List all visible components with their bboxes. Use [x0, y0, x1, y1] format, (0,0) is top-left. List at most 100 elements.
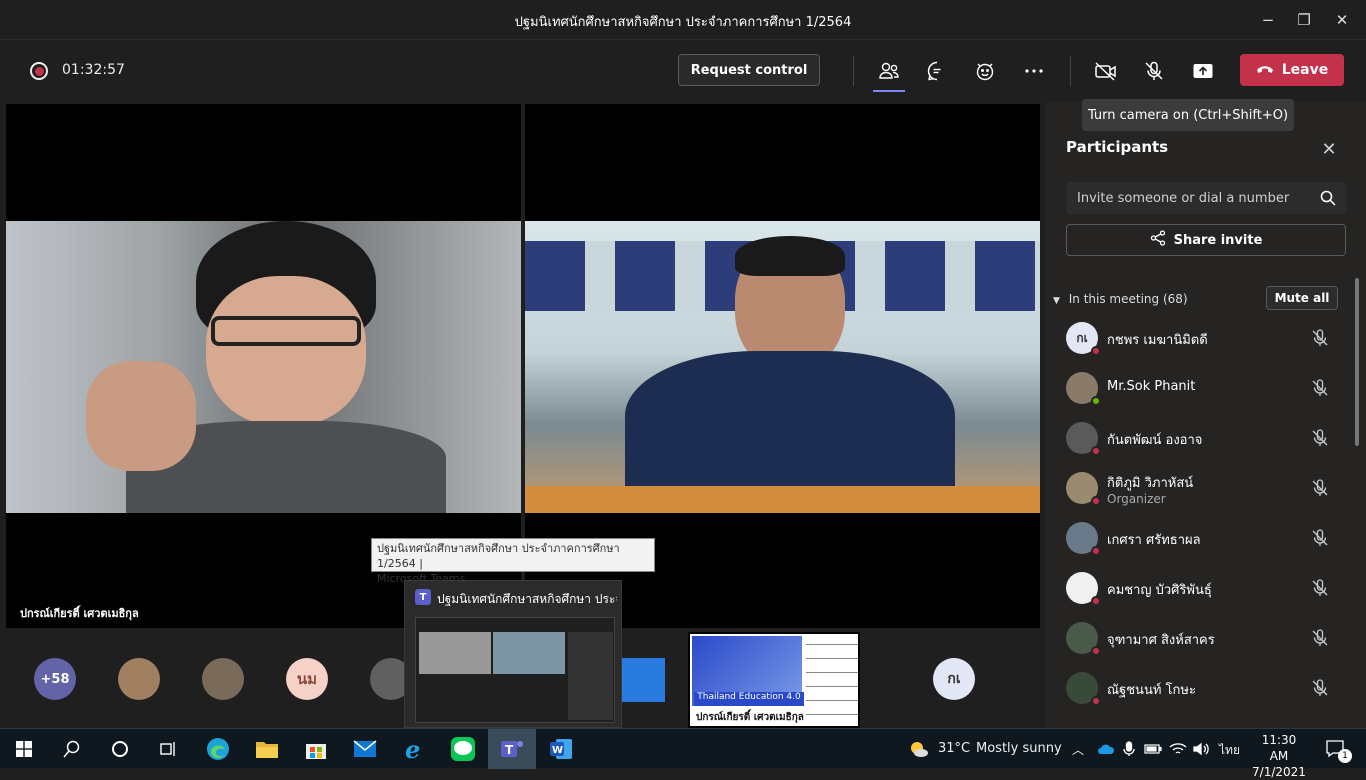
camera-off-icon[interactable]	[1089, 54, 1123, 88]
battery-icon[interactable]	[1142, 729, 1164, 769]
preview-video	[493, 632, 565, 674]
participant-name: กชพร เมฆานิมิตดี	[1107, 333, 1208, 348]
mic-off-icon[interactable]	[1310, 478, 1330, 498]
person-face	[206, 276, 366, 426]
invite-input[interactable]	[1066, 182, 1316, 214]
participant-row[interactable]: เกศรา ศรัทธาผล	[1045, 514, 1350, 564]
close-panel-icon[interactable]: ✕	[1320, 139, 1338, 160]
mic-off-icon[interactable]	[1310, 578, 1330, 598]
request-control-button[interactable]: Request control	[678, 54, 820, 86]
in-meeting-section-toggle[interactable]: ▼ In this meeting (68)	[1053, 292, 1188, 306]
windows-start-icon[interactable]	[0, 729, 48, 769]
person-hand	[86, 361, 196, 471]
avatar[interactable]	[118, 658, 160, 700]
taskbar-preview-popup[interactable]: T ปฐมนิเทศนักศึกษาสหกิจศึกษา ประจำ...	[404, 580, 622, 728]
share-invite-button[interactable]: Share invite	[1066, 224, 1346, 256]
tooltip-line: ปฐมนิเทศนักศึกษาสหกิจศึกษา ประจำภาคการศึ…	[377, 542, 620, 570]
svg-text:e: e	[405, 736, 420, 762]
participant-name: ณัฐชนนท์ โกษะ	[1107, 683, 1196, 698]
microphone-icon[interactable]	[1119, 729, 1139, 769]
share-tray-icon[interactable]	[1186, 54, 1220, 88]
wifi-icon[interactable]	[1167, 729, 1189, 769]
more-icon[interactable]	[1017, 54, 1051, 88]
cortana-icon[interactable]	[96, 729, 144, 769]
teams-taskbar-icon[interactable]: T	[488, 729, 536, 769]
mail-icon[interactable]	[341, 729, 389, 769]
reactions-icon[interactable]	[968, 54, 1002, 88]
word-icon[interactable]: W	[537, 729, 585, 769]
line-app-icon[interactable]	[439, 729, 487, 769]
participant-row[interactable]: กเ กชพร เมฆานิมิตดี	[1045, 314, 1350, 364]
restore-button[interactable]: ❐	[1292, 8, 1316, 32]
onedrive-icon[interactable]	[1095, 729, 1117, 769]
meeting-timer: 01:32:57	[62, 62, 125, 78]
notification-badge: 1	[1338, 749, 1352, 763]
mic-off-icon[interactable]	[1137, 54, 1171, 88]
share-icon	[1150, 230, 1166, 250]
participants-panel: Participants ✕ Share invite ▼ In this me…	[1045, 102, 1366, 728]
phone-hangup-icon	[1256, 62, 1274, 78]
language-indicator[interactable]: ไทย	[1219, 741, 1240, 760]
panel-scrollbar[interactable]	[1355, 278, 1359, 446]
people-icon[interactable]	[872, 54, 906, 92]
weather-icon[interactable]	[906, 729, 930, 769]
clock[interactable]: 11:30 AM 7/1/2021	[1252, 732, 1306, 780]
mic-off-icon[interactable]	[1310, 378, 1330, 398]
file-explorer-icon[interactable]	[243, 729, 291, 769]
preview-video	[419, 632, 491, 674]
mic-off-icon[interactable]	[1310, 528, 1330, 548]
participant-row[interactable]: คมชาญ บัวศิริพันธุ์	[1045, 564, 1350, 614]
store-icon[interactable]	[292, 729, 340, 769]
share-invite-label: Share invite	[1173, 232, 1263, 248]
shared-slide-thumbnail[interactable]: Thailand Education 4.0 ปกรณ์เกียรติ์ เศว…	[688, 632, 860, 728]
participant-name: คมชาญ บัวศิริพันธุ์	[1107, 583, 1212, 598]
notification-center-icon[interactable]: 1	[1318, 729, 1354, 769]
tile-name-label: ปกรณ์เกียรติ์ เศวตเมธิกุล	[20, 607, 139, 620]
avatar[interactable]: นม	[286, 658, 328, 700]
desk	[525, 486, 1040, 513]
close-window-button[interactable]: ✕	[1330, 8, 1354, 32]
participant-row[interactable]: Mr.Sok Phanit	[1045, 364, 1350, 414]
preview-title: ปฐมนิเทศนักศึกษาสหกิจศึกษา ประจำ...	[437, 592, 617, 606]
slide-presenter-name: ปกรณ์เกียรติ์ เศวตเมธิกุล	[696, 712, 804, 723]
slide-caption: Thailand Education 4.0	[694, 692, 804, 706]
weather-temp[interactable]: 31°C	[938, 741, 970, 756]
minimize-button[interactable]: −	[1256, 8, 1280, 32]
mic-off-icon[interactable]	[1310, 628, 1330, 648]
mic-off-icon[interactable]	[1310, 428, 1330, 448]
search-icon[interactable]	[1320, 190, 1336, 210]
preview-thumbnail	[415, 617, 615, 723]
avatar[interactable]	[621, 658, 665, 702]
taskbar-window-tooltip: ปฐมนิเทศนักศึกษาสหกิจศึกษา ประจำภาคการศึ…	[371, 538, 655, 585]
status-dot	[1091, 396, 1101, 406]
overflow-count-badge[interactable]: +58	[34, 658, 76, 700]
participant-row[interactable]: กันตพัฒน์ องอาจ	[1045, 414, 1350, 464]
avatar[interactable]: กเ	[933, 658, 975, 700]
panel-title: Participants	[1066, 138, 1169, 156]
mute-all-button[interactable]: Mute all	[1266, 286, 1338, 310]
participant-name: จุฑามาศ สิงห์สาคร	[1107, 633, 1215, 648]
chevron-down-icon: ▼	[1053, 296, 1060, 306]
status-dot	[1091, 546, 1101, 556]
participant-row[interactable]: ณัฐชนนท์ โกษะ	[1045, 664, 1350, 714]
task-view-icon[interactable]	[144, 729, 192, 769]
chat-icon[interactable]	[920, 54, 954, 88]
tooltip-line: Microsoft Teams	[377, 572, 466, 585]
search-icon[interactable]	[48, 729, 96, 769]
volume-icon[interactable]	[1190, 729, 1212, 769]
participant-row[interactable]: กิติภูมิ วิภาหัสน์ Organizer	[1045, 464, 1350, 514]
chevron-up-icon[interactable]: ︿	[1072, 741, 1084, 758]
participant-row[interactable]: จุฑามาศ สิงห์สาคร	[1045, 614, 1350, 664]
edge-icon[interactable]	[194, 729, 242, 769]
mic-off-icon[interactable]	[1310, 678, 1330, 698]
internet-explorer-icon[interactable]: e	[390, 729, 438, 769]
weather-description[interactable]: Mostly sunny	[976, 741, 1062, 756]
window-title: ปฐมนิเทศนักศึกษาสหกิจศึกษา ประจำภาคการศึ…	[514, 15, 852, 30]
person-hair	[735, 236, 845, 276]
recording-icon	[30, 62, 48, 80]
leave-button[interactable]: Leave	[1240, 54, 1344, 86]
mic-off-icon[interactable]	[1310, 328, 1330, 348]
participant-role: Organizer	[1107, 492, 1166, 506]
toolbar-divider	[853, 56, 854, 86]
avatar[interactable]	[202, 658, 244, 700]
